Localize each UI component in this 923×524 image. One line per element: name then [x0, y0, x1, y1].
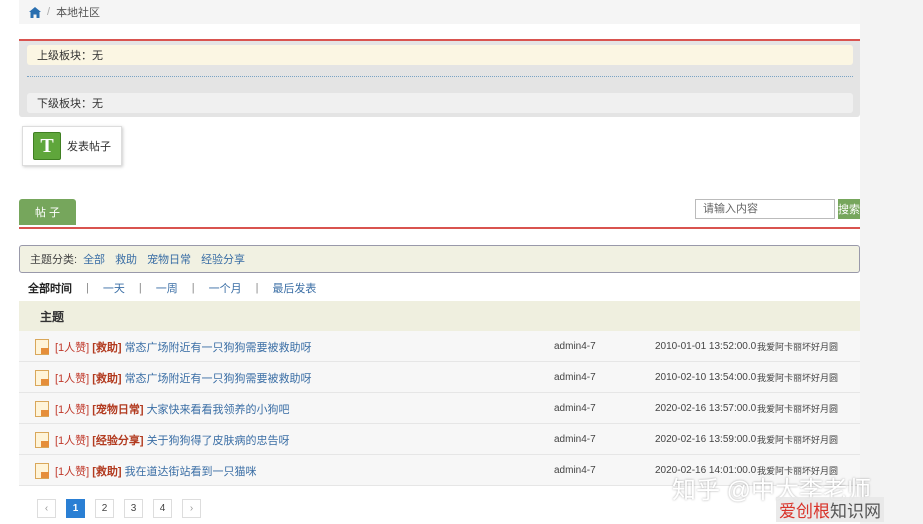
child-board-row: 下级板块： 无	[27, 93, 853, 113]
topic-date: 2010-02-10 13:54:00.0	[655, 372, 757, 383]
home-icon[interactable]	[29, 6, 41, 18]
topic-author: admin4-7	[554, 372, 596, 383]
topic-author: admin4-7	[554, 403, 596, 414]
topic-date: 2020-02-16 13:59:00.0	[655, 434, 757, 445]
topic-list: [1人赞] [救助] 常态广场附近有一只狗狗需要被救助呀 admin4-7 20…	[19, 331, 860, 486]
topic-date: 2010-01-01 13:52:00.0	[655, 341, 757, 352]
time-filter-separator: |	[86, 282, 89, 294]
time-filter-month[interactable]: 一个月	[209, 280, 242, 296]
table-header-topic: 主题	[19, 301, 860, 331]
search-input[interactable]	[695, 199, 835, 219]
child-board-value: 无	[92, 98, 103, 110]
breadcrumb: / 本地社区	[19, 0, 860, 24]
watermark-site-dark: 知识网	[830, 502, 881, 521]
topic-title-link[interactable]: 常态广场附近有一只狗狗需要被救助呀	[125, 370, 312, 386]
pagination: ‹ 1 2 3 4 ›	[37, 499, 211, 518]
topic-category: [宠物日常]	[92, 403, 144, 416]
topic-title-link[interactable]: 大家快来看看我领养的小狗吧	[147, 401, 290, 417]
next-page-button[interactable]: ›	[182, 499, 201, 518]
topic-title[interactable]: [1人赞] [经验分享] 关于狗狗得了皮肤病的忠告呀	[55, 424, 290, 455]
time-filter-week[interactable]: 一周	[156, 280, 178, 296]
topic-title[interactable]: [1人赞] [宠物日常] 大家快来看看我领养的小狗吧	[55, 393, 290, 424]
page-3-button[interactable]: 3	[124, 499, 143, 518]
likes-count: [1人赞]	[55, 403, 90, 416]
topic-category: [经验分享]	[92, 434, 144, 447]
table-row: [1人赞] [宠物日常] 大家快来看看我领养的小狗吧 admin4-7 2020…	[19, 393, 860, 424]
parent-board-label: 上级板块：	[37, 50, 92, 62]
watermark-site: 爱创根知识网	[776, 497, 884, 522]
category-filter-label: 主题分类:	[30, 254, 78, 266]
topic-title-link[interactable]: 我在道达街站看到一只猫咪	[125, 463, 257, 479]
time-filter-separator: |	[191, 282, 195, 294]
likes-count: [1人赞]	[55, 434, 90, 447]
child-board-label: 下级板块：	[37, 98, 92, 110]
last-reply: 我爱阿卡丽坏好月圆	[757, 373, 839, 383]
category-rescue[interactable]: 救助	[115, 251, 137, 267]
board-info-panel: 上级板块： 无 下级板块： 无	[19, 39, 860, 117]
time-filter-separator: |	[255, 282, 259, 294]
parent-board-value: 无	[92, 50, 103, 62]
topic-author: admin4-7	[554, 465, 596, 476]
breadcrumb-current: 本地社区	[56, 7, 101, 19]
last-reply: 我爱阿卡丽坏好月圆	[757, 435, 839, 445]
table-row: [1人赞] [经验分享] 关于狗狗得了皮肤病的忠告呀 admin4-7 2020…	[19, 424, 860, 455]
category-experience[interactable]: 经验分享	[201, 251, 245, 267]
topic-title-link[interactable]: 关于狗狗得了皮肤病的忠告呀	[147, 432, 290, 448]
prev-page-button[interactable]: ‹	[37, 499, 56, 518]
topic-category: [救助]	[92, 341, 122, 354]
category-pet-daily[interactable]: 宠物日常	[147, 251, 191, 267]
post-file-icon	[35, 370, 49, 386]
new-post-label: 发表帖子	[67, 141, 111, 153]
topic-author: admin4-7	[554, 341, 596, 352]
parent-board-row: 上级板块： 无	[27, 45, 853, 65]
breadcrumb-separator: /	[47, 6, 51, 18]
posts-tab-bar: 帖 子 搜索	[19, 199, 860, 229]
likes-count: [1人赞]	[55, 372, 90, 385]
category-filter: 主题分类: 全部 救助 宠物日常 经验分享	[19, 245, 860, 273]
topic-title[interactable]: [1人赞] [救助] 常态广场附近有一只狗狗需要被救助呀	[55, 331, 312, 362]
page-2-button[interactable]: 2	[95, 499, 114, 518]
watermark-site-red: 爱创根	[779, 502, 830, 521]
post-file-icon	[35, 401, 49, 417]
table-row: [1人赞] [救助] 常态广场附近有一只狗狗需要被救助呀 admin4-7 20…	[19, 362, 860, 393]
time-filter-all[interactable]: 全部时间	[28, 280, 72, 296]
topic-category: [救助]	[92, 372, 122, 385]
topic-author: admin4-7	[554, 434, 596, 445]
page-4-button[interactable]: 4	[153, 499, 172, 518]
likes-count: [1人赞]	[55, 465, 90, 478]
post-file-icon	[35, 463, 49, 479]
time-filter-day[interactable]: 一天	[103, 280, 125, 296]
topic-date: 2020-02-16 13:57:00.0	[655, 403, 757, 414]
tab-posts[interactable]: 帖 子	[19, 199, 76, 225]
last-reply: 我爱阿卡丽坏好月圆	[757, 342, 839, 352]
post-file-icon	[35, 432, 49, 448]
topic-title[interactable]: [1人赞] [救助] 我在道达街站看到一只猫咪	[55, 455, 257, 486]
topic-category: [救助]	[92, 465, 122, 478]
category-all[interactable]: 全部	[83, 251, 105, 267]
new-post-button[interactable]: T 发表帖子	[22, 126, 122, 166]
last-reply: 我爱阿卡丽坏好月圆	[757, 404, 839, 414]
time-filter-separator: |	[138, 282, 142, 294]
topic-title-link[interactable]: 常态广场附近有一只狗狗需要被救助呀	[125, 339, 312, 355]
likes-count: [1人赞]	[55, 341, 90, 354]
search-button[interactable]: 搜索	[838, 199, 860, 219]
board-divider	[27, 76, 853, 77]
table-row: [1人赞] [救助] 常态广场附近有一只狗狗需要被救助呀 admin4-7 20…	[19, 331, 860, 362]
time-filter-last-post[interactable]: 最后发表	[272, 280, 316, 296]
page-right-shade	[860, 0, 923, 524]
page-1-button[interactable]: 1	[66, 499, 85, 518]
post-file-icon	[35, 339, 49, 355]
time-filter: 全部时间 | 一天 | 一周 | 一个月 | 最后发表	[28, 280, 316, 296]
topic-title[interactable]: [1人赞] [救助] 常态广场附近有一只狗狗需要被救助呀	[55, 362, 312, 393]
text-t-icon: T	[33, 132, 61, 160]
